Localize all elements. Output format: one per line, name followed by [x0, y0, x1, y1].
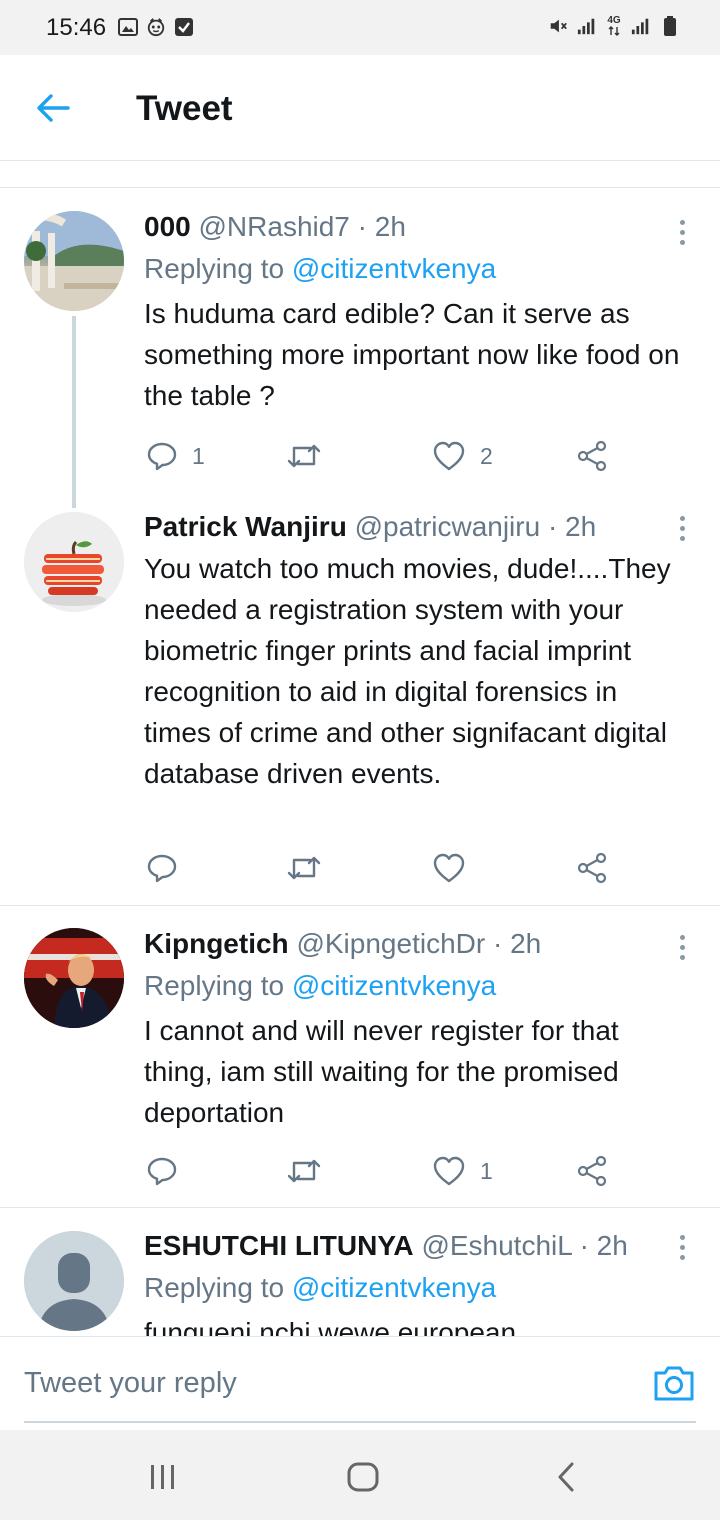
home-icon: [347, 1462, 379, 1492]
retweet-icon: [287, 444, 321, 468]
page-title: Tweet: [136, 89, 233, 128]
check-box-icon: [174, 16, 194, 38]
thread-line: [72, 316, 76, 508]
signal-icon: [631, 15, 651, 37]
back-button[interactable]: [30, 85, 76, 131]
tweet-meta: 000 @NRashid7 · 2h: [144, 208, 689, 246]
recent-apps-button[interactable]: [146, 1460, 180, 1494]
user-name[interactable]: Patrick Wanjiru: [144, 511, 347, 542]
image-icon: [118, 16, 138, 38]
tweet-meta: Kipngetich @KipngetichDr · 2h: [144, 925, 689, 963]
more-options-button[interactable]: [674, 508, 690, 548]
mention-link[interactable]: @citizentvkenya: [292, 970, 496, 1001]
camera-icon: [654, 1366, 694, 1401]
mascot-icon: [146, 16, 166, 38]
network-4g-icon: 4G: [606, 15, 622, 37]
back-icon: [558, 1462, 574, 1492]
replying-to: Replying to @citizentvkenya: [144, 253, 497, 284]
share-icon: [577, 852, 607, 884]
tweet-item[interactable]: 000 @NRashid7 · 2h Replying to @citizent…: [0, 208, 720, 508]
reply-count: 1: [192, 442, 205, 469]
retweet-icon: [287, 856, 321, 880]
input-underline: [24, 1421, 696, 1423]
avatar[interactable]: [24, 211, 124, 311]
user-handle: @patricwanjiru · 2h: [354, 511, 597, 542]
tweet-meta: ESHUTCHI LITUNYA @EshutchiL · 2h: [144, 1227, 689, 1265]
user-handle: @EshutchiL · 2h: [421, 1230, 628, 1261]
reply-composer: Tweet your reply: [0, 1336, 720, 1430]
user-handle: @KipngetichDr · 2h: [296, 928, 542, 959]
replying-to: Replying to @citizentvkenya: [144, 1272, 497, 1303]
reply-button[interactable]: [146, 1149, 192, 1193]
share-icon: [577, 1155, 607, 1187]
avatar[interactable]: [24, 512, 124, 612]
heart-icon: [433, 441, 465, 471]
avatar[interactable]: [24, 1231, 124, 1331]
tweet-text: I cannot and will never register for tha…: [144, 1015, 619, 1128]
tweet-text: Is huduma card edible? Can it serve as s…: [144, 298, 680, 411]
like-button[interactable]: 2: [432, 434, 493, 478]
reply-input[interactable]: Tweet your reply: [24, 1367, 237, 1400]
battery-icon: [660, 15, 680, 37]
share-button[interactable]: [576, 1149, 608, 1193]
divider: [0, 1207, 720, 1208]
more-options-button[interactable]: [674, 1227, 690, 1267]
arrow-left-icon: [37, 94, 70, 122]
tweet-text: fungueni nchi wewe european: [144, 1317, 517, 1336]
tweet-text: You watch too much movies, dude!....They…: [144, 553, 671, 789]
heart-icon: [433, 1156, 465, 1186]
nav-back-button[interactable]: [552, 1460, 580, 1494]
like-count: 2: [480, 442, 493, 469]
reply-icon: [147, 1157, 177, 1186]
heart-icon: [433, 853, 465, 883]
retweet-button[interactable]: [286, 434, 322, 478]
recent-apps-icon: [151, 1465, 174, 1489]
replying-to: Replying to @citizentvkenya: [144, 970, 497, 1001]
reply-button[interactable]: [146, 846, 192, 890]
more-options-button[interactable]: [674, 927, 690, 967]
share-icon: [577, 440, 607, 472]
divider: [0, 187, 720, 188]
tweet-item[interactable]: ESHUTCHI LITUNYA @EshutchiL · 2h Replyin…: [0, 1227, 720, 1336]
user-name[interactable]: ESHUTCHI LITUNYA: [144, 1230, 414, 1261]
system-nav-bar: [0, 1430, 720, 1520]
camera-button[interactable]: [652, 1363, 696, 1403]
tweet-item[interactable]: Patrick Wanjiru @patricwanjiru · 2h You …: [0, 508, 720, 898]
mute-icon: [548, 15, 568, 37]
mention-link[interactable]: @citizentvkenya: [292, 1272, 496, 1303]
user-handle: @NRashid7 · 2h: [198, 211, 406, 242]
reply-icon: [147, 854, 177, 883]
more-options-button[interactable]: [674, 212, 690, 252]
mention-link[interactable]: @citizentvkenya: [292, 253, 496, 284]
status-time: 15:46: [46, 14, 107, 41]
share-button[interactable]: [576, 434, 608, 478]
app-header: Tweet: [0, 55, 720, 161]
home-button[interactable]: [345, 1460, 381, 1494]
signal-icon: [577, 15, 597, 37]
like-button[interactable]: 1: [432, 1149, 493, 1193]
user-name[interactable]: Kipngetich: [144, 928, 289, 959]
tweet-meta: Patrick Wanjiru @patricwanjiru · 2h: [144, 508, 689, 546]
tweet-item[interactable]: Kipngetich @KipngetichDr · 2h Replying t…: [0, 925, 720, 1200]
share-button[interactable]: [576, 846, 608, 890]
retweet-button[interactable]: [286, 1149, 322, 1193]
reply-icon: [147, 442, 177, 471]
like-button[interactable]: [432, 846, 480, 890]
reply-button[interactable]: 1: [146, 434, 205, 478]
user-name[interactable]: 000: [144, 211, 191, 242]
retweet-icon: [287, 1159, 321, 1183]
divider: [0, 905, 720, 906]
retweet-button[interactable]: [286, 846, 322, 890]
like-count: 1: [480, 1157, 493, 1184]
status-bar: 15:46 4G: [0, 0, 720, 55]
avatar[interactable]: [24, 928, 124, 1028]
